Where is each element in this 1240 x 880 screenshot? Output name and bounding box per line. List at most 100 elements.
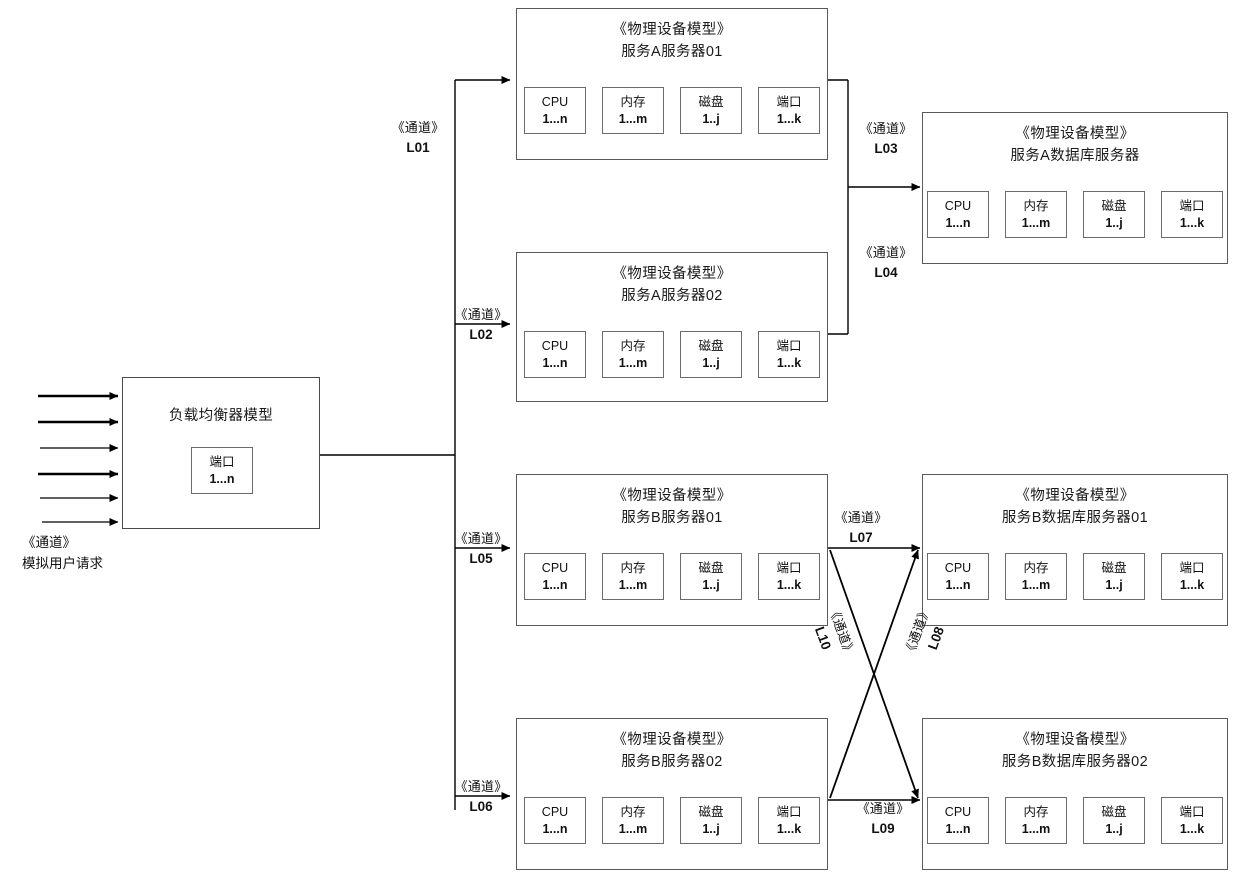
part-name: CPU xyxy=(944,198,972,213)
part-disk[interactable]: 磁盘 1..j xyxy=(1083,191,1145,238)
part-name: 磁盘 xyxy=(1101,804,1127,819)
device-svc-b-db-server-01[interactable]: 《物理设备模型》 服务B数据库服务器01 CPU 1...n 内存 1...m … xyxy=(922,474,1228,626)
device-stereotype: 《物理设备模型》 xyxy=(612,266,732,282)
device-name: 服务B服务器02 xyxy=(621,754,723,771)
channel-code: L01 xyxy=(406,139,430,155)
parts-row: CPU 1...n 内存 1...m 磁盘 1..j 端口 1...k xyxy=(923,797,1227,844)
channel-label-L05: 《通道》 L05 xyxy=(450,529,512,569)
part-range: 1...k xyxy=(776,355,802,370)
channel-stereotype: 《通道》 xyxy=(834,510,888,525)
device-title: 《物理设备模型》 服务A服务器01 xyxy=(517,19,827,64)
part-name: 磁盘 xyxy=(1101,198,1127,213)
device-title: 《物理设备模型》 服务A数据库服务器 xyxy=(923,123,1227,168)
part-memory[interactable]: 内存 1...m xyxy=(602,797,664,844)
device-svc-a-db-server[interactable]: 《物理设备模型》 服务A数据库服务器 CPU 1...n 内存 1...m 磁盘… xyxy=(922,112,1228,264)
part-port[interactable]: 端口 1...k xyxy=(758,553,820,600)
channel-label-L02: 《通道》 L02 xyxy=(450,305,512,345)
part-cpu[interactable]: CPU 1...n xyxy=(524,797,586,844)
device-stereotype: 《物理设备模型》 xyxy=(612,22,732,38)
channel-code: L03 xyxy=(874,140,898,156)
device-title: 《物理设备模型》 服务B服务器02 xyxy=(517,729,827,774)
part-port[interactable]: 端口 1...k xyxy=(1161,553,1223,600)
user-request-stereotype: 《通道》 xyxy=(22,535,76,550)
load-balancer-model-box[interactable]: 负载均衡器模型 端口 1...n xyxy=(122,377,320,529)
part-range: 1..j xyxy=(702,111,720,126)
device-name: 服务B数据库服务器02 xyxy=(1001,754,1149,771)
part-port[interactable]: 端口 1...k xyxy=(758,87,820,134)
device-name: 服务A服务器02 xyxy=(621,288,723,305)
channel-stereotype: 《通道》 xyxy=(454,779,508,794)
device-title: 《物理设备模型》 服务A服务器02 xyxy=(517,263,827,308)
part-disk[interactable]: 磁盘 1..j xyxy=(680,797,742,844)
device-name: 服务A服务器01 xyxy=(621,44,723,61)
part-range: 1...n xyxy=(945,577,971,592)
part-name: 端口 xyxy=(1179,198,1205,213)
part-cpu[interactable]: CPU 1...n xyxy=(524,553,586,600)
user-request-label: 《通道》 模拟用户请求 xyxy=(22,533,103,575)
part-memory[interactable]: 内存 1...m xyxy=(1005,553,1067,600)
device-svc-b-server-02[interactable]: 《物理设备模型》 服务B服务器02 CPU 1...n 内存 1...m 磁盘 … xyxy=(516,718,828,870)
load-balancer-port-box[interactable]: 端口 1...n xyxy=(191,447,253,494)
device-stereotype: 《物理设备模型》 xyxy=(612,488,732,504)
device-svc-b-server-01[interactable]: 《物理设备模型》 服务B服务器01 CPU 1...n 内存 1...m 磁盘 … xyxy=(516,474,828,626)
part-name: 端口 xyxy=(776,560,802,575)
user-request-arrows xyxy=(38,392,119,526)
part-range: 1...m xyxy=(618,111,648,126)
part-name: 磁盘 xyxy=(698,804,724,819)
part-range: 1...m xyxy=(618,355,648,370)
part-memory[interactable]: 内存 1...m xyxy=(602,553,664,600)
device-svc-a-server-01[interactable]: 《物理设备模型》 服务A服务器01 CPU 1...n 内存 1...m 磁盘 … xyxy=(516,8,828,160)
part-range: 1...k xyxy=(776,821,802,836)
part-range: 1...n xyxy=(945,215,971,230)
part-port[interactable]: 端口 1...k xyxy=(758,331,820,378)
part-disk[interactable]: 磁盘 1..j xyxy=(680,87,742,134)
part-memory[interactable]: 内存 1...m xyxy=(602,87,664,134)
device-svc-b-db-server-02[interactable]: 《物理设备模型》 服务B数据库服务器02 CPU 1...n 内存 1...m … xyxy=(922,718,1228,870)
part-memory[interactable]: 内存 1...m xyxy=(1005,797,1067,844)
device-svc-a-server-02[interactable]: 《物理设备模型》 服务A服务器02 CPU 1...n 内存 1...m 磁盘 … xyxy=(516,252,828,402)
channel-code: L07 xyxy=(849,529,873,545)
part-cpu[interactable]: CPU 1...n xyxy=(524,331,586,378)
part-range: 1...m xyxy=(1021,821,1051,836)
part-name: 内存 xyxy=(620,338,646,353)
part-disk[interactable]: 磁盘 1..j xyxy=(680,553,742,600)
channel-stereotype: 《通道》 xyxy=(391,120,445,135)
channel-label-L08: 《通道》 L08 xyxy=(896,593,959,676)
part-name: CPU xyxy=(944,560,972,575)
part-cpu[interactable]: CPU 1...n xyxy=(927,191,989,238)
channel-stereotype: 《通道》 xyxy=(859,121,913,136)
part-memory[interactable]: 内存 1...m xyxy=(602,331,664,378)
part-range: 1...n xyxy=(945,821,971,836)
part-cpu[interactable]: CPU 1...n xyxy=(927,797,989,844)
part-disk[interactable]: 磁盘 1..j xyxy=(680,331,742,378)
wire-L10 xyxy=(829,549,919,799)
part-name: 磁盘 xyxy=(698,94,724,109)
part-port[interactable]: 端口 1...k xyxy=(1161,797,1223,844)
part-memory[interactable]: 内存 1...m xyxy=(1005,191,1067,238)
part-name: 端口 xyxy=(776,338,802,353)
part-name: CPU xyxy=(944,804,972,819)
part-port[interactable]: 端口 1...k xyxy=(1161,191,1223,238)
part-port[interactable]: 端口 1...k xyxy=(758,797,820,844)
part-range: 1...m xyxy=(618,821,648,836)
part-disk[interactable]: 磁盘 1..j xyxy=(1083,553,1145,600)
part-name: 磁盘 xyxy=(698,338,724,353)
part-range: 1..j xyxy=(702,355,720,370)
part-disk[interactable]: 磁盘 1..j xyxy=(1083,797,1145,844)
port-range: 1...n xyxy=(209,471,235,486)
channel-label-L04: 《通道》 L04 xyxy=(850,243,922,283)
part-name: CPU xyxy=(541,804,569,819)
part-name: 端口 xyxy=(776,94,802,109)
channel-label-L09: 《通道》 L09 xyxy=(846,799,920,839)
part-name: 内存 xyxy=(620,560,646,575)
user-request-name: 模拟用户请求 xyxy=(22,555,103,571)
channel-label-L01: 《通道》 L01 xyxy=(378,118,458,158)
device-name: 服务B服务器01 xyxy=(621,510,723,527)
part-cpu[interactable]: CPU 1...n xyxy=(524,87,586,134)
part-name: CPU xyxy=(541,560,569,575)
part-cpu[interactable]: CPU 1...n xyxy=(927,553,989,600)
device-stereotype: 《物理设备模型》 xyxy=(1015,126,1135,142)
part-range: 1...n xyxy=(542,355,568,370)
channel-stereotype: 《通道》 xyxy=(454,531,508,546)
channel-label-L06: 《通道》 L06 xyxy=(450,777,512,817)
